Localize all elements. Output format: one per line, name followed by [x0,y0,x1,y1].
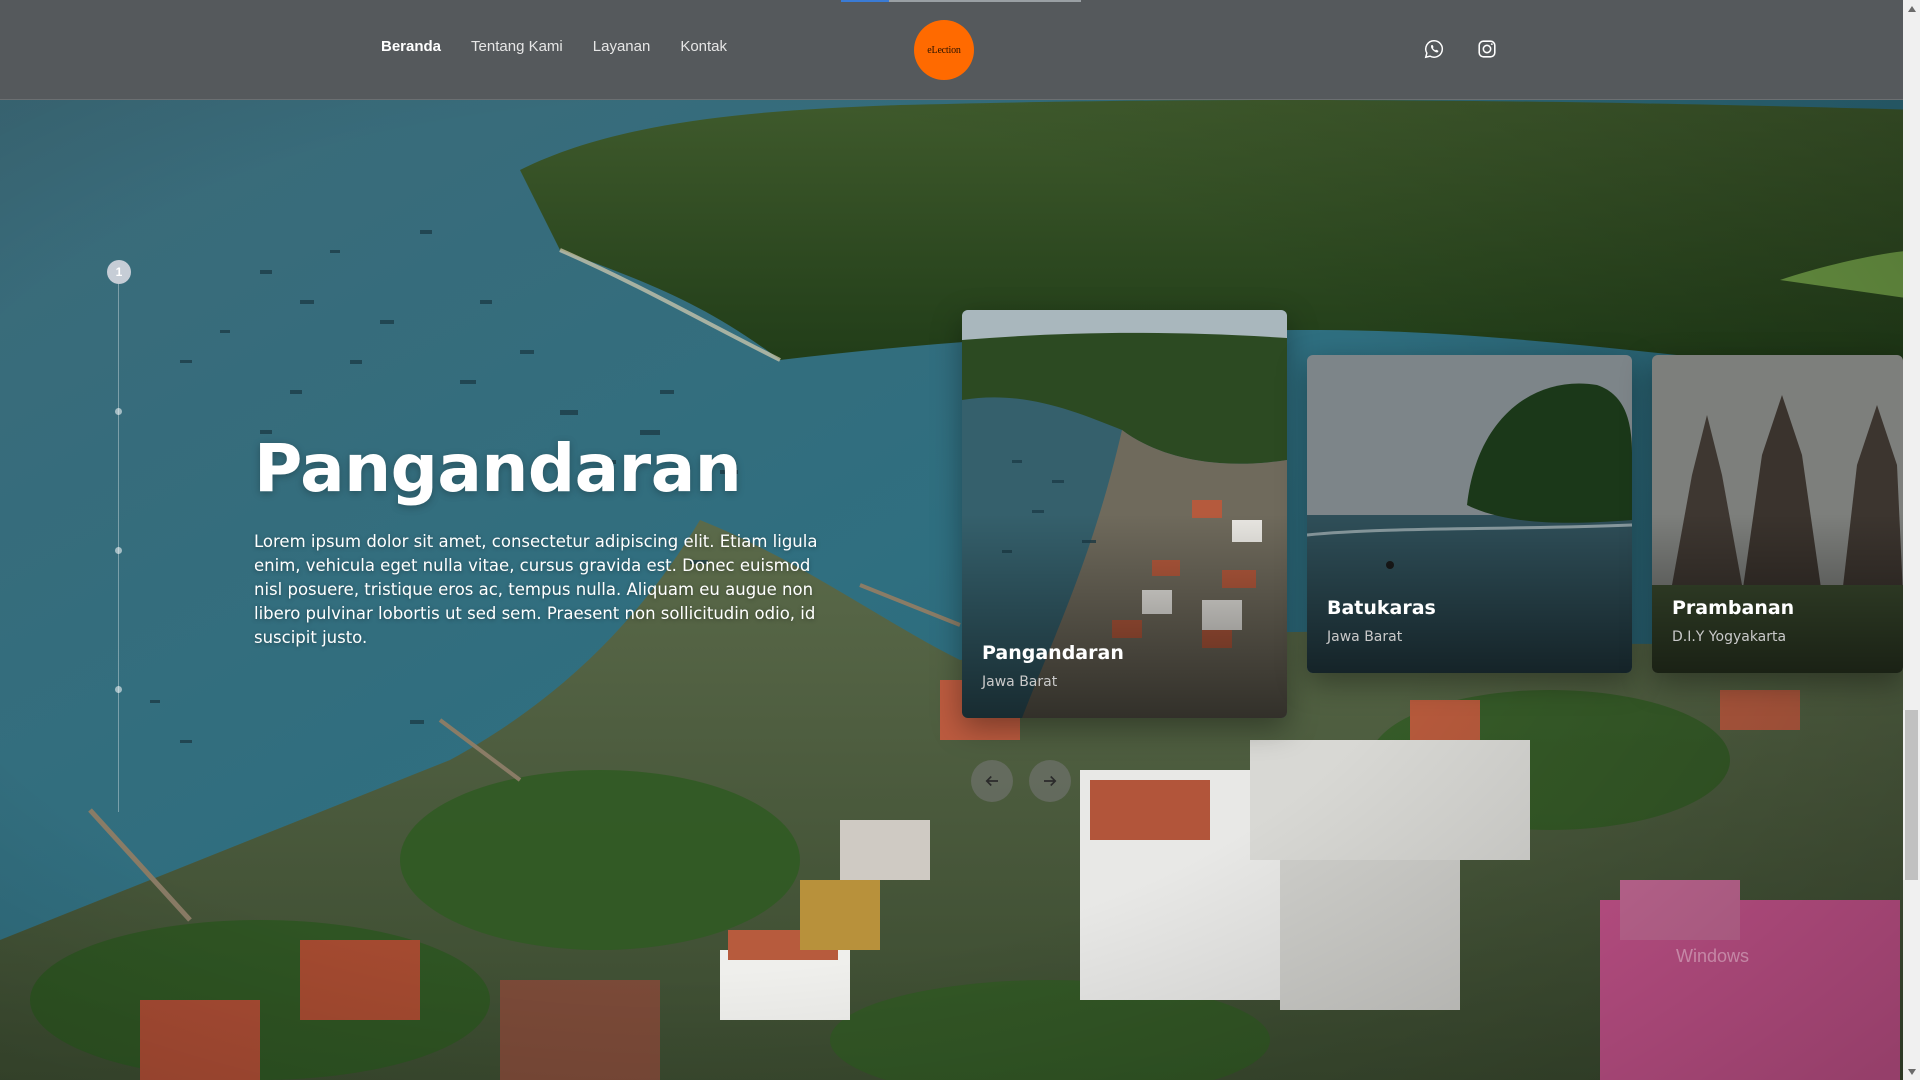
os-watermark: Windows [1676,946,1750,966]
card-title: Pangandaran [982,642,1124,664]
pager-line [118,272,119,812]
scrollbar-thumb[interactable] [1905,710,1918,880]
card-shade [1307,514,1632,673]
next-slide-button[interactable] [1029,760,1071,802]
site-logo[interactable]: eLection [914,20,974,80]
destination-card-prambanan[interactable]: Prambanan D.I.Y Yogyakarta [1652,355,1903,673]
card-subtitle: Jawa Barat [982,674,1058,690]
nav-item-kontak[interactable]: Kontak [680,38,727,55]
card-subtitle: D.I.Y Yogyakarta [1672,629,1787,645]
scroll-down-button[interactable] [1903,1063,1920,1080]
pager-current-badge[interactable]: 1 [107,260,131,284]
card-title: Batukaras [1327,597,1436,619]
hero-description: Lorem ipsum dolor sit amet, consectetur … [254,532,818,647]
pager-dot[interactable] [115,408,122,415]
pager-dot[interactable] [115,686,122,693]
logo-text: eLection [927,44,961,56]
slide-progress-indicator [841,0,889,2]
card-title: Prambanan [1672,597,1795,619]
whatsapp-icon[interactable] [1423,38,1445,60]
card-subtitle: Jawa Barat [1327,629,1403,645]
nav-item-beranda[interactable]: Beranda [381,38,441,55]
caret-up-icon [1907,5,1916,12]
main-nav: Beranda Tentang Kami Layanan Kontak [381,38,727,55]
nav-item-tentang-kami[interactable]: Tentang Kami [471,38,563,55]
instagram-icon[interactable] [1476,38,1498,60]
vertical-scrollbar[interactable] [1903,0,1920,1080]
prev-slide-button[interactable] [971,760,1013,802]
card-shade [1652,514,1903,673]
nav-item-layanan[interactable]: Layanan [593,38,651,55]
arrow-right-icon [1044,775,1057,787]
arrow-left-icon [985,775,998,787]
destination-card-batukaras[interactable]: Batukaras Jawa Barat [1307,355,1632,673]
destination-card-pangandaran[interactable]: Pangandaran Jawa Barat [962,310,1287,718]
hero-title: Pangandaran [254,430,742,507]
scroll-up-button[interactable] [1903,0,1920,17]
pager-dot[interactable] [115,547,122,554]
caret-down-icon [1907,1068,1916,1075]
top-navigation-bar: Beranda Tentang Kami Layanan Kontak eLec… [0,0,1903,100]
